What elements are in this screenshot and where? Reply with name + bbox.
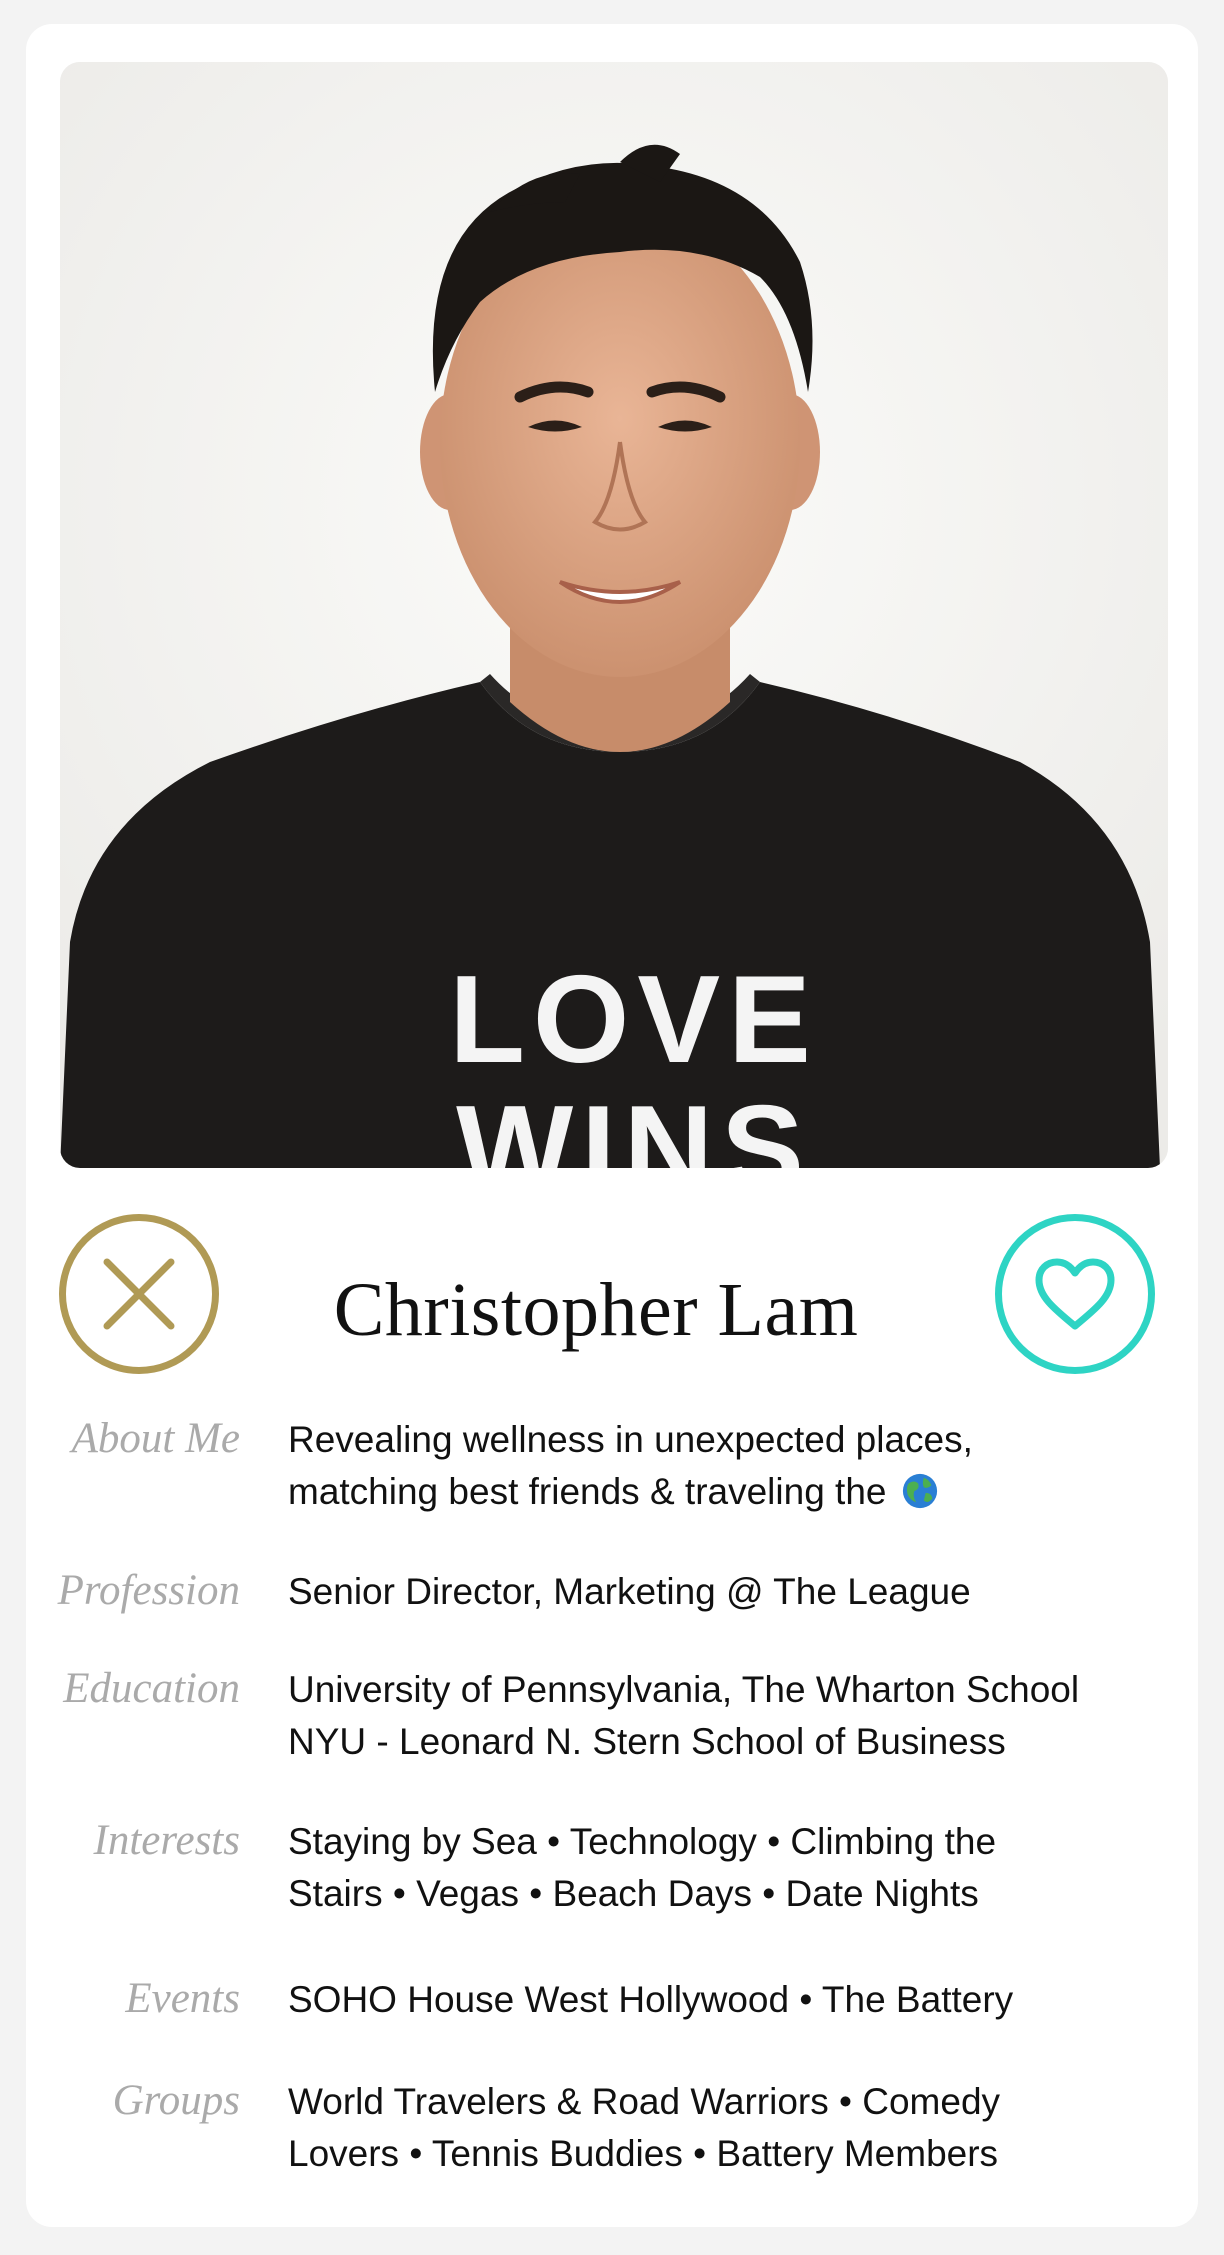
globe-icon	[902, 1473, 937, 1509]
profile-card: LOVE WINS Christopher Lam About Me Revea…	[26, 24, 1198, 2227]
shirt-text-line-1: LOVE	[449, 951, 819, 1089]
education-value: University of Pennsylvania, The Wharton …	[288, 1669, 1080, 1762]
education-label: Education	[63, 1665, 240, 1712]
about-label: About Me	[71, 1415, 240, 1462]
interests-value: Staying by Sea • Technology • Climbing t…	[288, 1821, 997, 1914]
profession-label: Profession	[57, 1567, 240, 1614]
shirt-text-line-2: WINS	[456, 1081, 812, 1168]
events-label: Events	[125, 1975, 240, 2022]
profile-photo[interactable]: LOVE WINS	[60, 62, 1168, 1168]
pass-button[interactable]	[59, 1214, 219, 1374]
close-icon	[103, 1258, 175, 1330]
about-value: Revealing wellness in unexpected places,…	[288, 1414, 1178, 1518]
groups-value: World Travelers & Road Warriors • Comedy…	[288, 2081, 1001, 2174]
groups-label: Groups	[112, 2077, 240, 2124]
heart-icon	[1035, 1258, 1115, 1330]
about-text: Revealing wellness in unexpected places,…	[288, 1419, 973, 1512]
profession-value: Senior Director, Marketing @ The League	[288, 1571, 971, 1612]
profile-photo-illustration: LOVE WINS	[60, 62, 1168, 1168]
profile-name: Christopher Lam	[333, 1268, 859, 1352]
like-button[interactable]	[995, 1214, 1155, 1374]
events-value: SOHO House West Hollywood • The Battery	[288, 1979, 1014, 2020]
interests-label: Interests	[93, 1817, 241, 1864]
